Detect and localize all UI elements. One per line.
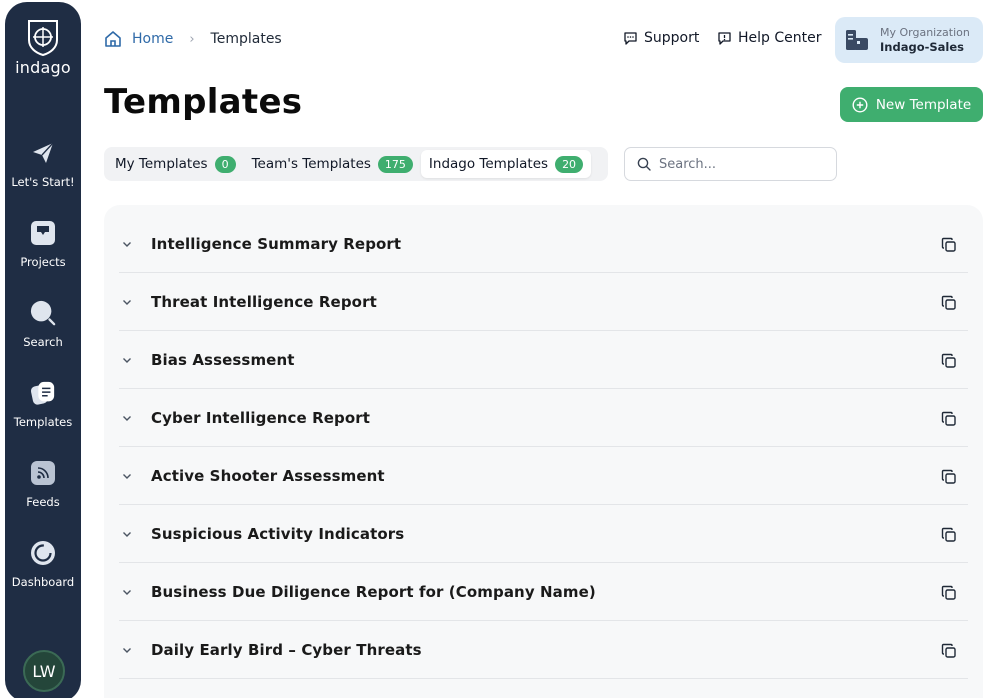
chevron-down-icon[interactable] xyxy=(121,586,139,598)
template-list: Intelligence Summary Report Threat Intel… xyxy=(104,205,983,698)
tab-count-badge: 0 xyxy=(214,155,236,173)
search-icon xyxy=(637,157,651,171)
support-link[interactable]: Support xyxy=(623,30,699,46)
help-center-label: Help Center xyxy=(738,30,822,46)
list-item[interactable]: Daily Early Bird – Cyber Threats xyxy=(119,621,968,679)
copy-icon[interactable] xyxy=(940,410,958,428)
list-item[interactable]: Active Shooter Assessment xyxy=(119,447,968,505)
dashboard-icon xyxy=(30,540,56,566)
template-title: Active Shooter Assessment xyxy=(151,466,385,485)
template-title: Daily Early Bird – Cyber Threats xyxy=(151,640,422,659)
help-center-link[interactable]: Help Center xyxy=(717,30,822,46)
tab-label: Team's Templates xyxy=(251,156,371,172)
sidebar-item-label: Projects xyxy=(20,255,66,269)
list-item[interactable]: Intelligence Summary Report xyxy=(119,215,968,273)
search-input[interactable] xyxy=(659,156,819,172)
tab-label: Indago Templates xyxy=(428,156,549,172)
app-logo[interactable]: indago xyxy=(15,18,71,77)
template-tabs: My Templates 0 Team's Templates 175 Inda… xyxy=(104,147,608,181)
plus-circle-icon xyxy=(852,96,868,113)
list-item[interactable]: Suspicious Activity Indicators xyxy=(119,505,968,563)
sidebar-item-lets-start[interactable]: Let's Start! xyxy=(5,140,81,189)
sidebar: indago Let's Start! Projects Search Temp… xyxy=(5,2,81,698)
chevron-down-icon[interactable] xyxy=(121,644,139,656)
chevron-down-icon[interactable] xyxy=(121,412,139,424)
sidebar-item-templates[interactable]: Templates xyxy=(5,380,81,429)
list-item[interactable]: Cyber Intelligence Report xyxy=(119,389,968,447)
sidebar-item-label: Templates xyxy=(13,415,73,429)
chevron-down-icon[interactable] xyxy=(121,470,139,482)
templates-icon xyxy=(30,380,56,406)
sidebar-item-search[interactable]: Search xyxy=(5,300,81,349)
tab-count-badge: 20 xyxy=(555,155,584,173)
help-bubble-icon xyxy=(718,31,731,45)
tab-count-badge: 175 xyxy=(377,155,413,173)
breadcrumb-home-link[interactable]: Home xyxy=(132,31,173,47)
template-title: Cyber Intelligence Report xyxy=(151,408,371,427)
new-template-label: New Template xyxy=(875,96,972,113)
sidebar-item-label: Let's Start! xyxy=(11,175,75,189)
sidebar-item-label: Search xyxy=(23,335,63,349)
copy-icon[interactable] xyxy=(940,468,958,486)
copy-icon[interactable] xyxy=(940,352,958,370)
indago-logo-icon xyxy=(27,20,58,56)
template-title: Business Due Diligence Report for (Compa… xyxy=(151,582,596,601)
copy-icon[interactable] xyxy=(940,526,958,544)
breadcrumb-current: Templates xyxy=(210,31,282,47)
home-icon[interactable] xyxy=(104,30,122,48)
organization-name: Indago-Sales xyxy=(880,40,964,54)
new-template-button[interactable]: New Template xyxy=(840,87,983,122)
template-title: Intelligence Summary Report xyxy=(151,234,402,253)
template-title: Bias Assessment xyxy=(151,350,295,369)
list-item[interactable]: Threat Intelligence Report xyxy=(119,273,968,331)
chevron-down-icon[interactable] xyxy=(121,238,139,250)
tab-label: My Templates xyxy=(115,156,208,172)
inbox-icon xyxy=(30,220,56,246)
page-title: Templates xyxy=(104,82,303,122)
copy-icon[interactable] xyxy=(940,642,958,660)
sidebar-item-dashboard[interactable]: Dashboard xyxy=(5,540,81,589)
building-icon xyxy=(846,30,868,50)
chevron-right-icon: › xyxy=(189,31,195,47)
copy-icon[interactable] xyxy=(940,584,958,602)
tab-indago-templates[interactable]: Indago Templates 20 xyxy=(420,150,592,178)
chat-bubble-icon xyxy=(624,31,637,45)
support-label: Support xyxy=(644,30,700,46)
list-item[interactable]: Business Due Diligence Report for (Compa… xyxy=(119,563,968,621)
sidebar-item-label: Dashboard xyxy=(11,575,75,589)
search-icon xyxy=(30,300,56,326)
sidebar-item-projects[interactable]: Projects xyxy=(5,220,81,269)
chevron-down-icon[interactable] xyxy=(121,354,139,366)
sidebar-item-feeds[interactable]: Feeds xyxy=(5,460,81,509)
sidebar-item-label: Feeds xyxy=(26,495,60,509)
chevron-down-icon[interactable] xyxy=(121,528,139,540)
logo-text: indago xyxy=(15,58,71,77)
search-box xyxy=(624,147,837,181)
organization-label: My Organization xyxy=(880,26,970,39)
template-title: Threat Intelligence Report xyxy=(151,292,377,311)
breadcrumb: Home › Templates xyxy=(104,30,282,48)
tab-teams-templates[interactable]: Team's Templates 175 xyxy=(244,150,421,178)
organization-switcher[interactable]: My Organization Indago-Sales xyxy=(835,17,983,63)
rss-icon xyxy=(30,460,56,486)
user-avatar[interactable]: LW xyxy=(23,650,65,692)
template-title: Suspicious Activity Indicators xyxy=(151,524,405,543)
tab-my-templates[interactable]: My Templates 0 xyxy=(107,150,244,178)
chevron-down-icon[interactable] xyxy=(121,296,139,308)
copy-icon[interactable] xyxy=(940,294,958,312)
paper-plane-icon xyxy=(30,140,56,166)
copy-icon[interactable] xyxy=(940,236,958,254)
list-item[interactable]: Bias Assessment xyxy=(119,331,968,389)
